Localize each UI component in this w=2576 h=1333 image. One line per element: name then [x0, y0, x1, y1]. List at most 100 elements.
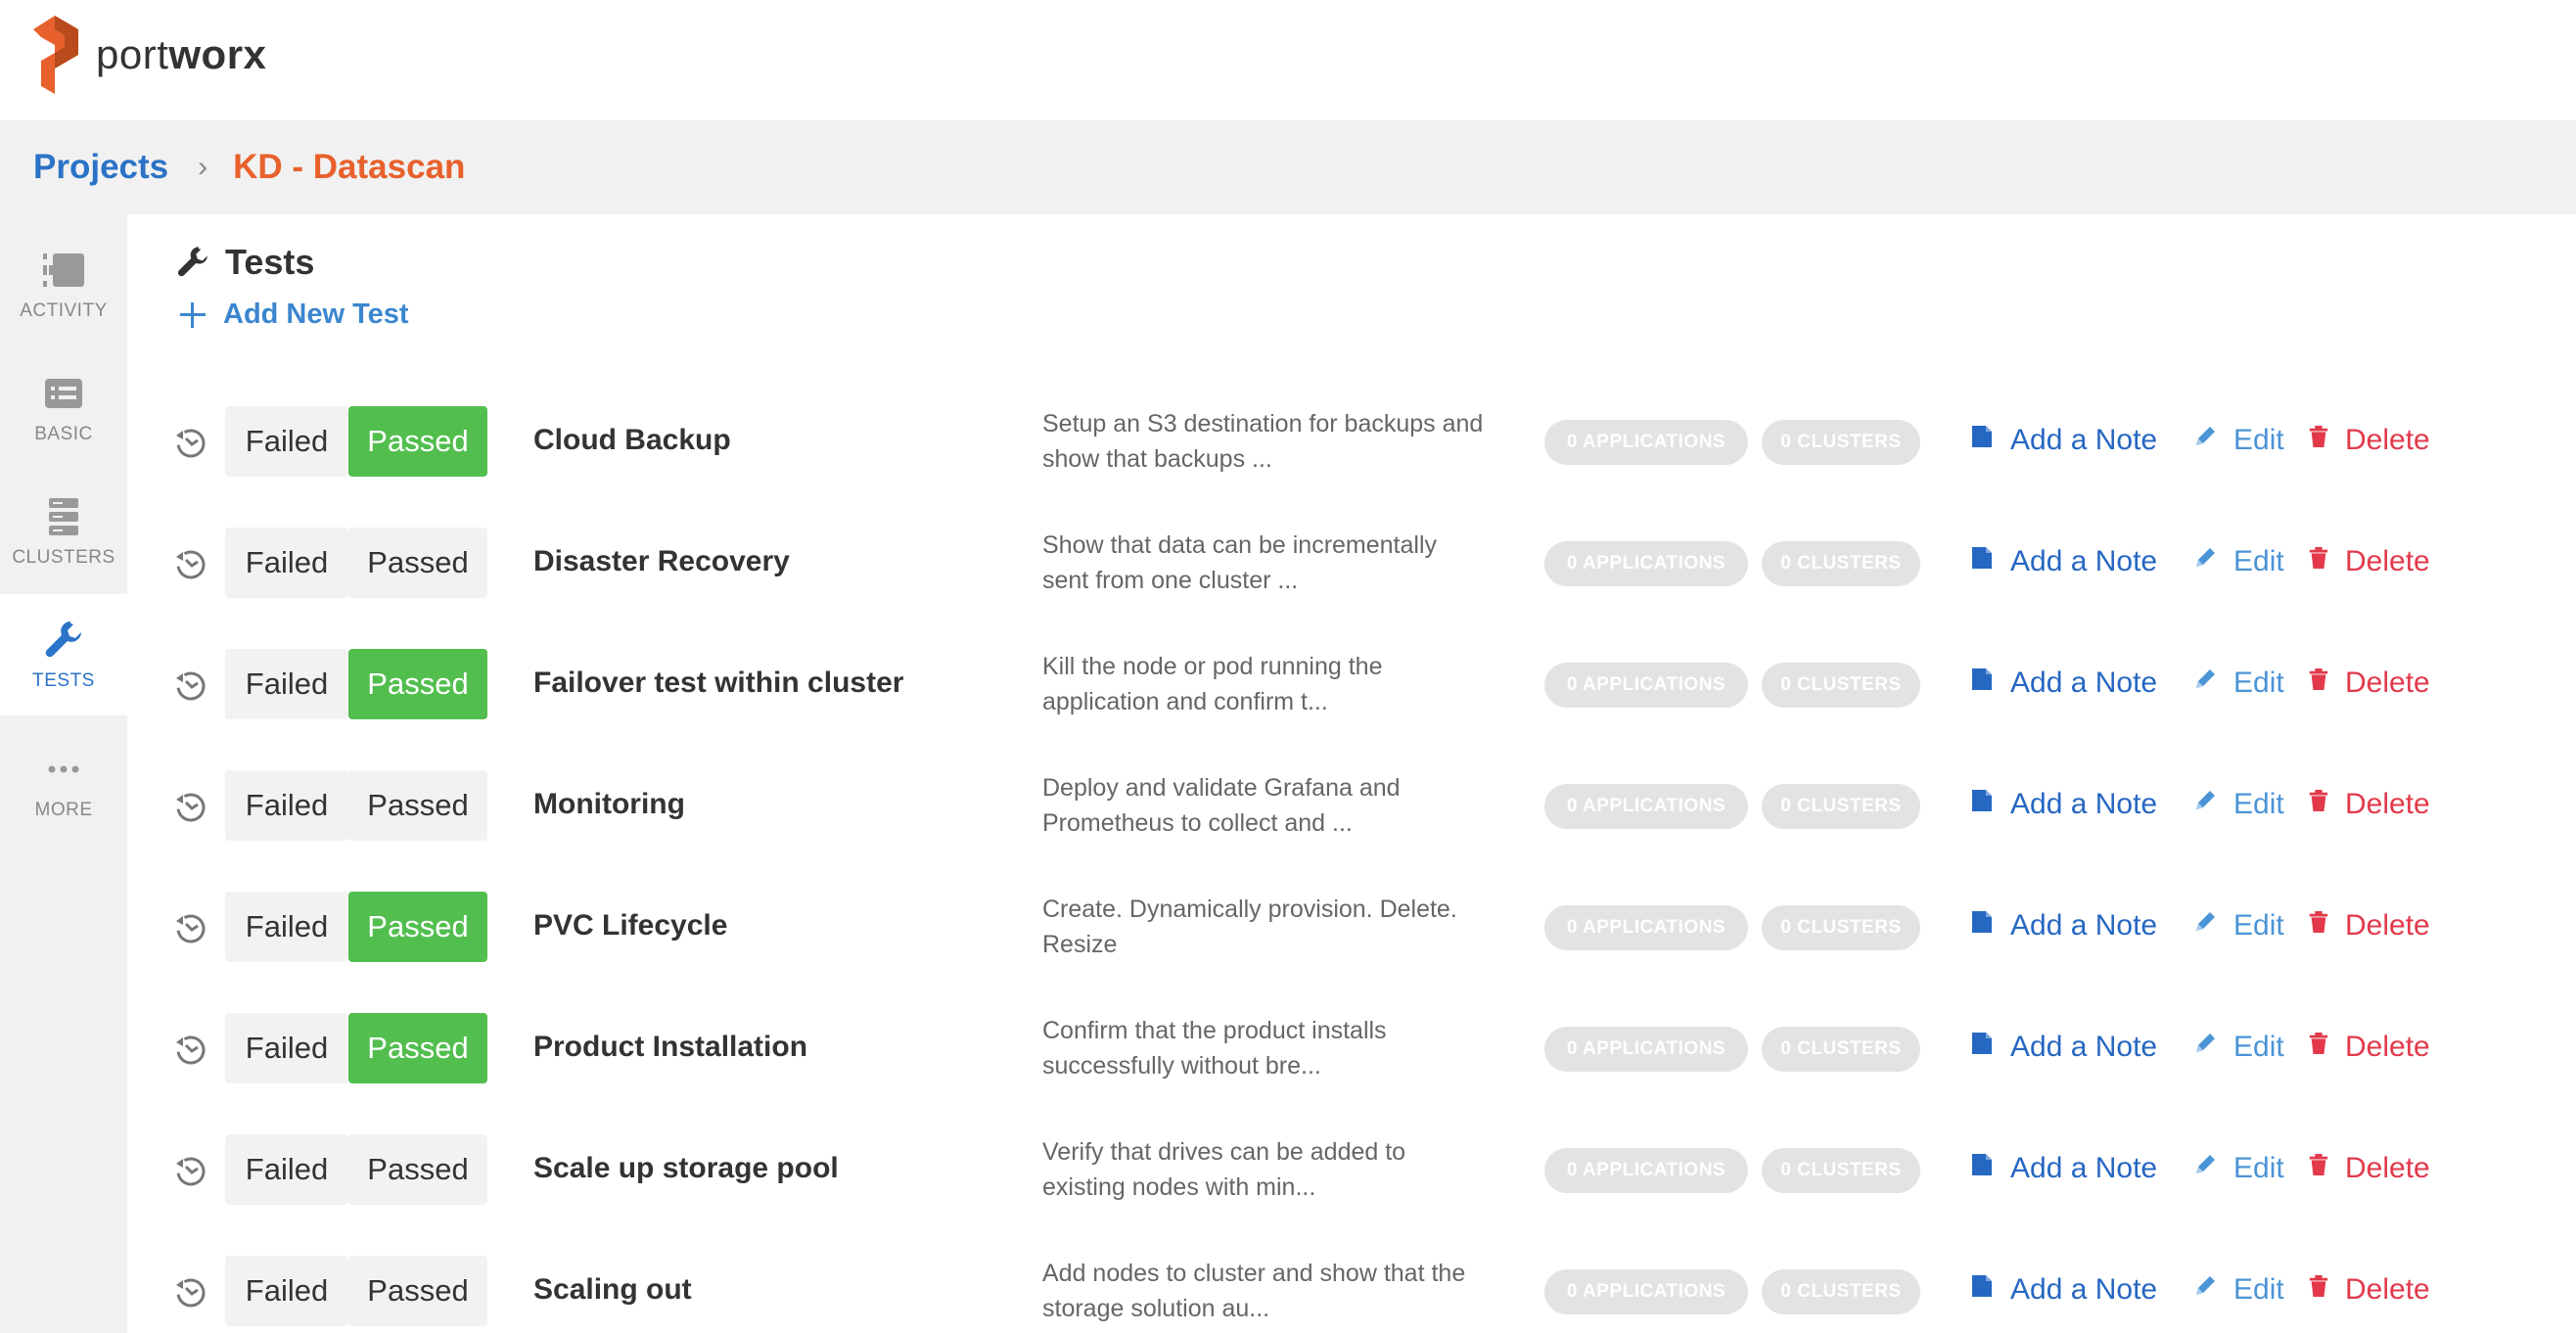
- add-note-button[interactable]: Add a Note: [1969, 424, 2157, 457]
- applications-badge[interactable]: 0 APPLICATIONS: [1544, 1269, 1748, 1314]
- test-name[interactable]: Cloud Backup: [533, 424, 731, 457]
- history-icon[interactable]: [174, 669, 207, 703]
- add-note-button[interactable]: Add a Note: [1969, 1273, 2157, 1307]
- delete-button[interactable]: Delete: [2308, 1031, 2430, 1064]
- test-description-line: Create. Dynamically provision. Delete.: [1042, 896, 1457, 923]
- passed-button[interactable]: Passed: [348, 892, 487, 962]
- failed-button[interactable]: Failed: [225, 1256, 348, 1326]
- trash-icon: [2308, 788, 2345, 821]
- applications-badge[interactable]: 0 APPLICATIONS: [1544, 905, 1748, 950]
- test-name[interactable]: Product Installation: [533, 1031, 807, 1064]
- note-icon: [1969, 424, 2010, 457]
- test-row: Failed Passed Disaster Recovery Show that d…: [174, 528, 2523, 600]
- delete-button[interactable]: Delete: [2308, 1152, 2430, 1185]
- test-description: Kill the node or pod running the applicat…: [1042, 649, 1493, 719]
- history-icon[interactable]: [174, 548, 207, 581]
- test-description-line: show that backups ...: [1042, 445, 1272, 473]
- test-description: Create. Dynamically provision. Delete. Re…: [1042, 892, 1493, 962]
- add-note-button[interactable]: Add a Note: [1969, 788, 2157, 821]
- failed-button[interactable]: Failed: [225, 406, 348, 477]
- failed-button[interactable]: Failed: [225, 528, 348, 598]
- sidebar-item-basic[interactable]: BASIC: [0, 347, 127, 469]
- pencil-icon: [2192, 1152, 2233, 1185]
- add-note-button[interactable]: Add a Note: [1969, 909, 2157, 942]
- delete-button[interactable]: Delete: [2308, 1273, 2430, 1307]
- failed-button[interactable]: Failed: [225, 1134, 348, 1205]
- history-icon[interactable]: [174, 427, 207, 460]
- clusters-badge[interactable]: 0 CLUSTERS: [1762, 1269, 1920, 1314]
- test-description: Confirm that the product installs success…: [1042, 1013, 1493, 1083]
- history-icon[interactable]: [174, 1276, 207, 1310]
- add-note-button[interactable]: Add a Note: [1969, 545, 2157, 578]
- sidebar-item-more[interactable]: MORE: [0, 723, 127, 845]
- edit-button[interactable]: Edit: [2192, 1031, 2284, 1064]
- passed-button[interactable]: Passed: [348, 528, 487, 598]
- add-new-test-button[interactable]: Add New Test: [178, 299, 409, 331]
- test-name[interactable]: Monitoring: [533, 788, 685, 821]
- sidebar-item-clusters[interactable]: CLUSTERS: [0, 471, 127, 592]
- delete-button[interactable]: Delete: [2308, 424, 2430, 457]
- top-header: portworx: [0, 0, 2576, 120]
- failed-button[interactable]: Failed: [225, 649, 348, 719]
- add-note-button[interactable]: Add a Note: [1969, 666, 2157, 700]
- delete-button[interactable]: Delete: [2308, 788, 2430, 821]
- page-title: Tests: [174, 242, 314, 283]
- clusters-badge[interactable]: 0 CLUSTERS: [1762, 905, 1920, 950]
- applications-badge[interactable]: 0 APPLICATIONS: [1544, 663, 1748, 708]
- trash-icon: [2308, 666, 2345, 700]
- clusters-badge[interactable]: 0 CLUSTERS: [1762, 784, 1920, 829]
- applications-badge[interactable]: 0 APPLICATIONS: [1544, 1027, 1748, 1072]
- test-name[interactable]: PVC Lifecycle: [533, 909, 727, 942]
- history-icon[interactable]: [174, 791, 207, 824]
- test-name[interactable]: Disaster Recovery: [533, 545, 790, 578]
- passed-button[interactable]: Passed: [348, 1013, 487, 1083]
- sidebar-item-tests[interactable]: TESTS: [0, 594, 127, 715]
- clusters-badge[interactable]: 0 CLUSTERS: [1762, 1148, 1920, 1193]
- trash-icon: [2308, 909, 2345, 942]
- passed-button[interactable]: Passed: [348, 1256, 487, 1326]
- failed-button[interactable]: Failed: [225, 770, 348, 841]
- test-description-line: Verify that drives can be added to: [1042, 1138, 1406, 1166]
- passed-button[interactable]: Passed: [348, 1134, 487, 1205]
- history-icon[interactable]: [174, 1155, 207, 1188]
- history-icon[interactable]: [174, 1034, 207, 1067]
- failed-button[interactable]: Failed: [225, 1013, 348, 1083]
- delete-button[interactable]: Delete: [2308, 545, 2430, 578]
- edit-button[interactable]: Edit: [2192, 666, 2284, 700]
- applications-badge[interactable]: 0 APPLICATIONS: [1544, 784, 1748, 829]
- applications-badge[interactable]: 0 APPLICATIONS: [1544, 1148, 1748, 1193]
- edit-button[interactable]: Edit: [2192, 1273, 2284, 1307]
- edit-button[interactable]: Edit: [2192, 909, 2284, 942]
- passed-button[interactable]: Passed: [348, 649, 487, 719]
- clusters-badge[interactable]: 0 CLUSTERS: [1762, 1027, 1920, 1072]
- edit-button[interactable]: Edit: [2192, 424, 2284, 457]
- delete-button[interactable]: Delete: [2308, 909, 2430, 942]
- breadcrumb-projects-link[interactable]: Projects: [33, 148, 168, 187]
- passed-button[interactable]: Passed: [348, 406, 487, 477]
- applications-badge[interactable]: 0 APPLICATIONS: [1544, 541, 1748, 586]
- edit-button[interactable]: Edit: [2192, 1152, 2284, 1185]
- history-icon[interactable]: [174, 912, 207, 945]
- test-name[interactable]: Scale up storage pool: [533, 1152, 839, 1185]
- portworx-logo[interactable]: portworx: [33, 16, 266, 94]
- clusters-badge[interactable]: 0 CLUSTERS: [1762, 541, 1920, 586]
- failed-button[interactable]: Failed: [225, 892, 348, 962]
- clusters-badge[interactable]: 0 CLUSTERS: [1762, 663, 1920, 708]
- note-icon: [1969, 1152, 2010, 1185]
- clusters-badge[interactable]: 0 CLUSTERS: [1762, 420, 1920, 465]
- sidebar-item-activity[interactable]: ACTIVITY: [0, 224, 127, 345]
- test-description-line: existing nodes with min...: [1042, 1173, 1316, 1201]
- sidebar: ACTIVITY BASIC CLUSTERS TESTS MORE: [0, 214, 127, 1333]
- edit-button[interactable]: Edit: [2192, 545, 2284, 578]
- delete-label: Delete: [2345, 424, 2430, 456]
- add-note-button[interactable]: Add a Note: [1969, 1031, 2157, 1064]
- server-icon: [49, 498, 78, 535]
- passed-button[interactable]: Passed: [348, 770, 487, 841]
- delete-button[interactable]: Delete: [2308, 666, 2430, 700]
- add-note-button[interactable]: Add a Note: [1969, 1152, 2157, 1185]
- test-name[interactable]: Scaling out: [533, 1273, 692, 1307]
- test-name[interactable]: Failover test within cluster: [533, 666, 903, 700]
- edit-button[interactable]: Edit: [2192, 788, 2284, 821]
- sidebar-item-label: MORE: [34, 800, 93, 820]
- applications-badge[interactable]: 0 APPLICATIONS: [1544, 420, 1748, 465]
